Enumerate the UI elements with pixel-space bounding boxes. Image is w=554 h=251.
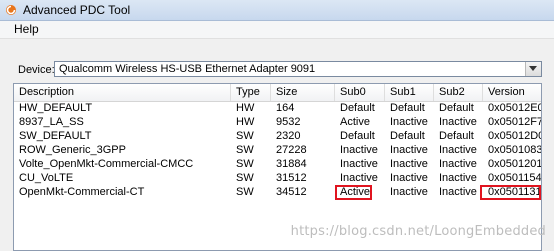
table-row[interactable]: HW_DEFAULT HW 164 Default Default Defaul… bbox=[14, 102, 541, 115]
cell-sub1: Inactive bbox=[390, 172, 428, 184]
menu-help[interactable]: Help bbox=[12, 22, 41, 36]
cell-sub1: Default bbox=[390, 130, 425, 142]
cell-sub0: Inactive bbox=[340, 158, 378, 170]
cell-type: SW bbox=[236, 172, 254, 184]
cell-type: SW bbox=[236, 158, 254, 170]
cell-description: 8937_LA_SS bbox=[19, 116, 84, 128]
cell-version: 0x05010838 bbox=[488, 144, 542, 156]
column-header-sub0[interactable]: Sub0 bbox=[335, 84, 385, 101]
cell-sub1: Inactive bbox=[390, 116, 428, 128]
cell-sub1: Default bbox=[390, 102, 425, 114]
column-header-sub1[interactable]: Sub1 bbox=[385, 84, 434, 101]
cell-version: 0x05012E01 bbox=[488, 102, 541, 114]
cell-sub1: Inactive bbox=[390, 144, 428, 156]
cell-type: HW bbox=[236, 102, 255, 114]
cell-sub2: Default bbox=[439, 130, 474, 142]
cell-sub0: Active bbox=[340, 116, 370, 128]
cell-description: OpenMkt-Commercial-CT bbox=[19, 186, 145, 198]
cell-size: 27228 bbox=[276, 144, 307, 156]
column-header-size[interactable]: Size bbox=[271, 84, 335, 101]
title-bar: Advanced PDC Tool bbox=[0, 0, 554, 21]
dropdown-arrow-button[interactable] bbox=[525, 62, 541, 76]
app-logo-icon bbox=[6, 5, 16, 15]
cell-version: 0x05012D02 bbox=[488, 130, 541, 142]
cell-sub2: Default bbox=[439, 102, 474, 114]
cell-sub0: Inactive bbox=[340, 172, 378, 184]
table-row[interactable]: SW_DEFAULT SW 2320 Default Default Defau… bbox=[14, 130, 541, 143]
cell-sub1: Inactive bbox=[390, 186, 428, 198]
device-dropdown[interactable]: Qualcomm Wireless HS-USB Ethernet Adapte… bbox=[54, 61, 542, 77]
menu-bar: Help bbox=[0, 21, 554, 39]
window-title: Advanced PDC Tool bbox=[23, 3, 131, 17]
column-header-type[interactable]: Type bbox=[231, 84, 271, 101]
device-label: Device: bbox=[18, 64, 55, 76]
cell-size: 2320 bbox=[276, 130, 301, 142]
table-row[interactable]: CU_VoLTE SW 31512 Inactive Inactive Inac… bbox=[14, 172, 541, 185]
column-header-description[interactable]: Description bbox=[14, 84, 231, 101]
cell-sub2: Inactive bbox=[439, 186, 477, 198]
cell-description: Volte_OpenMkt-Commercial-CMCC bbox=[19, 158, 194, 170]
cell-type: SW bbox=[236, 130, 254, 142]
column-header-sub2[interactable]: Sub2 bbox=[434, 84, 483, 101]
cell-description: HW_DEFAULT bbox=[19, 102, 93, 114]
cell-sub2: Inactive bbox=[439, 116, 477, 128]
cell-sub2: Inactive bbox=[439, 158, 477, 170]
table-row[interactable]: 8937_LA_SS HW 9532 Active Inactive Inact… bbox=[14, 116, 541, 129]
column-header-version[interactable]: Version bbox=[483, 84, 541, 101]
table-row[interactable]: ROW_Generic_3GPP SW 27228 Inactive Inact… bbox=[14, 144, 541, 157]
cell-sub0: Default bbox=[340, 102, 375, 114]
cell-size: 31512 bbox=[276, 172, 307, 184]
cell-description: CU_VoLTE bbox=[19, 172, 74, 184]
device-dropdown-value: Qualcomm Wireless HS-USB Ethernet Adapte… bbox=[59, 63, 316, 75]
highlight-box-sub0 bbox=[335, 185, 372, 200]
cell-sub2: Inactive bbox=[439, 144, 477, 156]
cell-size: 31884 bbox=[276, 158, 307, 170]
cell-sub0: Default bbox=[340, 130, 375, 142]
cell-description: SW_DEFAULT bbox=[19, 130, 92, 142]
table-header: Description Type Size Sub0 Sub1 Sub2 Ver… bbox=[14, 84, 541, 102]
cell-size: 9532 bbox=[276, 116, 301, 128]
cell-type: SW bbox=[236, 186, 254, 198]
cell-version: 0x05012014 bbox=[488, 158, 542, 170]
cell-sub0: Inactive bbox=[340, 144, 378, 156]
cell-description: ROW_Generic_3GPP bbox=[19, 144, 126, 156]
chevron-down-icon bbox=[529, 66, 537, 71]
table-row[interactable]: OpenMkt-Commercial-CT SW 34512 Active In… bbox=[14, 186, 541, 199]
cell-version: 0x05011548 bbox=[488, 172, 542, 184]
cell-type: HW bbox=[236, 116, 255, 128]
cell-size: 34512 bbox=[276, 186, 307, 198]
watermark-text: https://blog.csdn.net/LoongEmbedded bbox=[290, 224, 546, 239]
cell-type: SW bbox=[236, 144, 254, 156]
table-row[interactable]: Volte_OpenMkt-Commercial-CMCC SW 31884 I… bbox=[14, 158, 541, 171]
highlight-box-version bbox=[480, 185, 541, 200]
cell-size: 164 bbox=[276, 102, 295, 114]
cell-version: 0x05012F79 bbox=[488, 116, 541, 128]
cell-sub2: Inactive bbox=[439, 172, 477, 184]
cell-sub1: Inactive bbox=[390, 158, 428, 170]
